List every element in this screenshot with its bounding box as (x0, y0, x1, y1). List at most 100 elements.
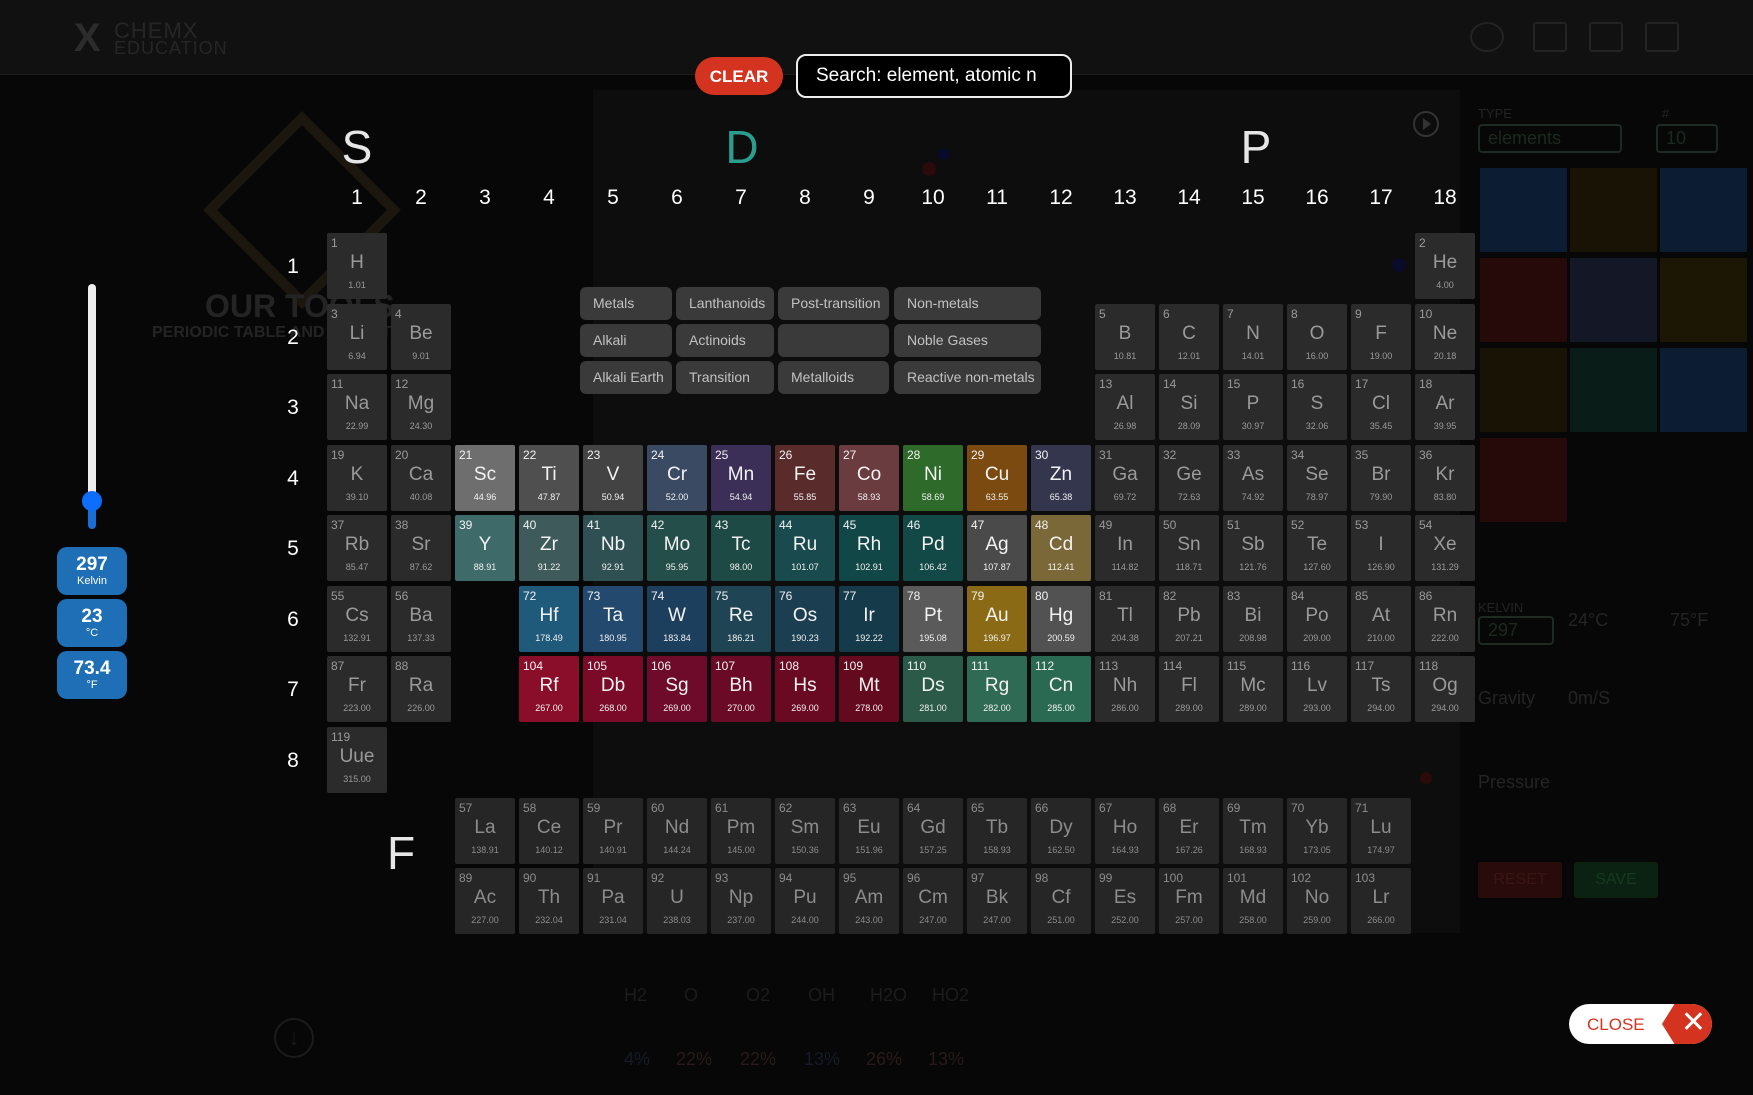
element-tb[interactable]: 65 Tb 158.93 (967, 798, 1027, 864)
element-og[interactable]: 118 Og 294.00 (1415, 656, 1475, 722)
element-ir[interactable]: 77 Ir 192.22 (839, 586, 899, 652)
element-dy[interactable]: 66 Dy 162.50 (1031, 798, 1091, 864)
element-as[interactable]: 33 As 74.92 (1223, 445, 1283, 511)
element-ag[interactable]: 47 Ag 107.87 (967, 515, 1027, 581)
element-li[interactable]: 3 Li 6.94 (327, 304, 387, 370)
element-fm[interactable]: 100 Fm 257.00 (1159, 868, 1219, 934)
element-la[interactable]: 57 La 138.91 (455, 798, 515, 864)
temperature-slider-track[interactable] (88, 284, 96, 520)
element-cf[interactable]: 98 Cf 251.00 (1031, 868, 1091, 934)
element-br[interactable]: 35 Br 79.90 (1351, 445, 1411, 511)
element-ra[interactable]: 88 Ra 226.00 (391, 656, 451, 722)
element-pa[interactable]: 91 Pa 231.04 (583, 868, 643, 934)
element-rb[interactable]: 37 Rb 85.47 (327, 515, 387, 581)
element-th[interactable]: 90 Th 232.04 (519, 868, 579, 934)
element-fe[interactable]: 26 Fe 55.85 (775, 445, 835, 511)
element-po[interactable]: 84 Po 209.00 (1287, 586, 1347, 652)
element-ts[interactable]: 117 Ts 294.00 (1351, 656, 1411, 722)
element-co[interactable]: 27 Co 58.93 (839, 445, 899, 511)
temperature-slider-handle[interactable] (82, 491, 102, 512)
element-cm[interactable]: 96 Cm 247.00 (903, 868, 963, 934)
element-gd[interactable]: 64 Gd 157.25 (903, 798, 963, 864)
element-mn[interactable]: 25 Mn 54.94 (711, 445, 771, 511)
element-mg[interactable]: 12 Mg 24.30 (391, 374, 451, 440)
element-pu[interactable]: 94 Pu 244.00 (775, 868, 835, 934)
element-n[interactable]: 7 N 14.01 (1223, 304, 1283, 370)
element-na[interactable]: 11 Na 22.99 (327, 374, 387, 440)
element-nd[interactable]: 60 Nd 144.24 (647, 798, 707, 864)
element-pt[interactable]: 78 Pt 195.08 (903, 586, 963, 652)
close-icon[interactable]: ✕ (1662, 1004, 1712, 1044)
element-nb[interactable]: 41 Nb 92.91 (583, 515, 643, 581)
element-cs[interactable]: 55 Cs 132.91 (327, 586, 387, 652)
element-mc[interactable]: 115 Mc 289.00 (1223, 656, 1283, 722)
element-y[interactable]: 39 Y 88.91 (455, 515, 515, 581)
element-cu[interactable]: 29 Cu 63.55 (967, 445, 1027, 511)
element-am[interactable]: 95 Am 243.00 (839, 868, 899, 934)
element-te[interactable]: 52 Te 127.60 (1287, 515, 1347, 581)
element-zn[interactable]: 30 Zn 65.38 (1031, 445, 1091, 511)
element-w[interactable]: 74 W 183.84 (647, 586, 707, 652)
element-ba[interactable]: 56 Ba 137.33 (391, 586, 451, 652)
clear-button[interactable]: CLEAR (695, 57, 783, 95)
element-c[interactable]: 6 C 12.01 (1159, 304, 1219, 370)
element-rg[interactable]: 111 Rg 282.00 (967, 656, 1027, 722)
search-input[interactable] (796, 54, 1072, 98)
category-reactive-non-metals[interactable]: Reactive non-metals (894, 361, 1041, 394)
element-lv[interactable]: 116 Lv 293.00 (1287, 656, 1347, 722)
element-ne[interactable]: 10 Ne 20.18 (1415, 304, 1475, 370)
element-cr[interactable]: 24 Cr 52.00 (647, 445, 707, 511)
element-mt[interactable]: 109 Mt 278.00 (839, 656, 899, 722)
element-hf[interactable]: 72 Hf 178.49 (519, 586, 579, 652)
element-v[interactable]: 23 V 50.94 (583, 445, 643, 511)
element-xe[interactable]: 54 Xe 131.29 (1415, 515, 1475, 581)
category-metals[interactable]: Metals (580, 287, 672, 320)
element-ni[interactable]: 28 Ni 58.69 (903, 445, 963, 511)
element-er[interactable]: 68 Er 167.26 (1159, 798, 1219, 864)
element-se[interactable]: 34 Se 78.97 (1287, 445, 1347, 511)
element-ge[interactable]: 32 Ge 72.63 (1159, 445, 1219, 511)
category-non-metals[interactable]: Non-metals (894, 287, 1041, 320)
element-es[interactable]: 99 Es 252.00 (1095, 868, 1155, 934)
element-cd[interactable]: 48 Cd 112.41 (1031, 515, 1091, 581)
element-cl[interactable]: 17 Cl 35.45 (1351, 374, 1411, 440)
element-ga[interactable]: 31 Ga 69.72 (1095, 445, 1155, 511)
element-o[interactable]: 8 O 16.00 (1287, 304, 1347, 370)
element-ds[interactable]: 110 Ds 281.00 (903, 656, 963, 722)
element-fl[interactable]: 114 Fl 289.00 (1159, 656, 1219, 722)
element-fr[interactable]: 87 Fr 223.00 (327, 656, 387, 722)
element-sm[interactable]: 62 Sm 150.36 (775, 798, 835, 864)
element-s[interactable]: 16 S 32.06 (1287, 374, 1347, 440)
element-os[interactable]: 76 Os 190.23 (775, 586, 835, 652)
element-np[interactable]: 93 Np 237.00 (711, 868, 771, 934)
element-he[interactable]: 2 He 4.00 (1415, 233, 1475, 299)
element-uue[interactable]: 119 Uue 315.00 (327, 727, 387, 793)
element-re[interactable]: 75 Re 186.21 (711, 586, 771, 652)
element-u[interactable]: 92 U 238.03 (647, 868, 707, 934)
element-tm[interactable]: 69 Tm 168.93 (1223, 798, 1283, 864)
element-si[interactable]: 14 Si 28.09 (1159, 374, 1219, 440)
element-i[interactable]: 53 I 126.90 (1351, 515, 1411, 581)
element-lr[interactable]: 103 Lr 266.00 (1351, 868, 1411, 934)
element-no[interactable]: 102 No 259.00 (1287, 868, 1347, 934)
element-ru[interactable]: 44 Ru 101.07 (775, 515, 835, 581)
element-tl[interactable]: 81 Tl 204.38 (1095, 586, 1155, 652)
element-hs[interactable]: 108 Hs 269.00 (775, 656, 835, 722)
element-b[interactable]: 5 B 10.81 (1095, 304, 1155, 370)
element-al[interactable]: 13 Al 26.98 (1095, 374, 1155, 440)
category-post-transition[interactable]: Post-transition (778, 287, 889, 320)
element-f[interactable]: 9 F 19.00 (1351, 304, 1411, 370)
element-h[interactable]: 1 H 1.01 (327, 233, 387, 299)
element-rn[interactable]: 86 Rn 222.00 (1415, 586, 1475, 652)
element-ce[interactable]: 58 Ce 140.12 (519, 798, 579, 864)
element-lu[interactable]: 71 Lu 174.97 (1351, 798, 1411, 864)
close-button[interactable]: CLOSE ✕ (1569, 1004, 1712, 1044)
element-pb[interactable]: 82 Pb 207.21 (1159, 586, 1219, 652)
element-sr[interactable]: 38 Sr 87.62 (391, 515, 451, 581)
element-mo[interactable]: 42 Mo 95.95 (647, 515, 707, 581)
element-kr[interactable]: 36 Kr 83.80 (1415, 445, 1475, 511)
element-sc[interactable]: 21 Sc 44.96 (455, 445, 515, 511)
category-transition[interactable]: Transition (676, 361, 774, 394)
element-tc[interactable]: 43 Tc 98.00 (711, 515, 771, 581)
element-in[interactable]: 49 In 114.82 (1095, 515, 1155, 581)
